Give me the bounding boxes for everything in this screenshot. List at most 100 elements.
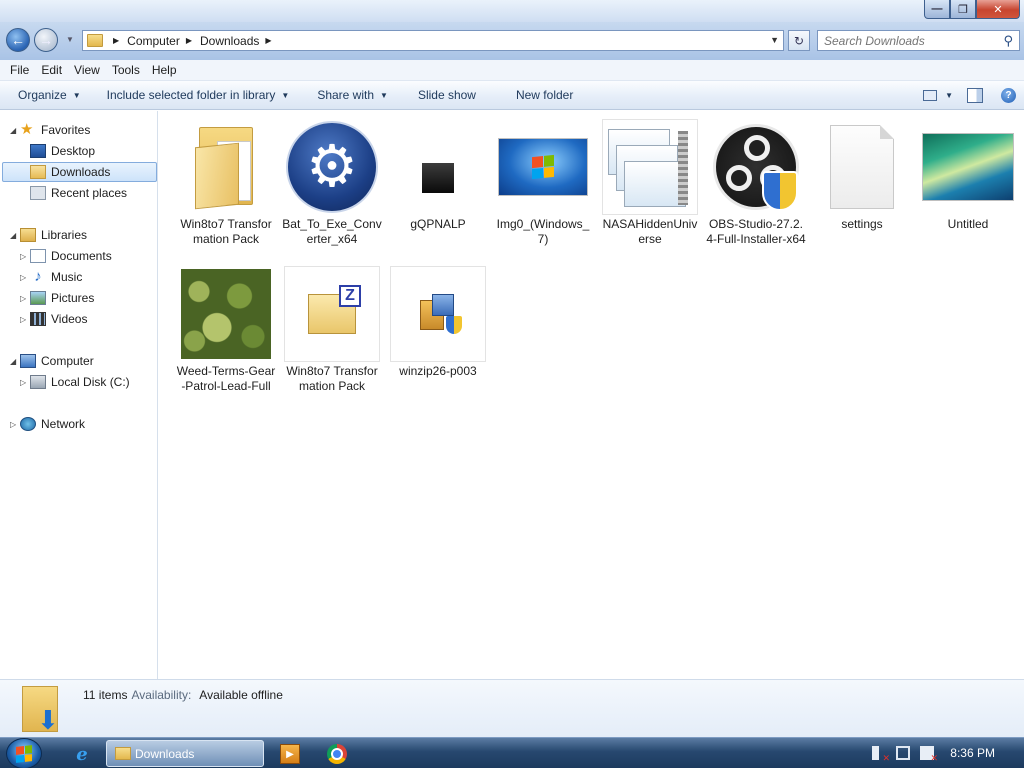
breadcrumb-chevron-icon[interactable]: ▶ xyxy=(186,36,192,45)
blank-document-icon xyxy=(830,125,894,209)
recent-places-icon xyxy=(30,186,46,200)
menu-help[interactable]: Help xyxy=(146,63,183,77)
file-list: Win8to7 Transformation Pack ⚙ Bat_To_Exe… xyxy=(159,111,1024,679)
network-icon xyxy=(20,417,36,431)
file-item[interactable]: Untitled xyxy=(916,119,1020,232)
file-item[interactable]: gQPNALP xyxy=(386,119,490,232)
sidebar-item-label: Recent places xyxy=(51,186,128,200)
sidebar-item-recent-places[interactable]: Recent places xyxy=(30,183,127,203)
videos-icon xyxy=(30,312,46,326)
desktop-icon xyxy=(30,144,46,158)
sidebar-item-network[interactable]: Network xyxy=(20,414,85,434)
change-view-icon[interactable] xyxy=(923,90,938,101)
forward-button[interactable]: → xyxy=(34,28,58,52)
maximize-button[interactable]: ❐ xyxy=(950,0,976,19)
pictures-icon xyxy=(30,291,46,305)
file-item[interactable]: OBS-Studio-27.2.4-Full-Installer-x64 xyxy=(704,119,808,247)
address-bar[interactable]: ▶ Computer ▶ Downloads ▶ ▼ xyxy=(82,30,784,51)
volume-muted-icon[interactable] xyxy=(872,746,890,764)
taskbar-downloads-window[interactable]: Downloads xyxy=(106,740,264,767)
expand-arrow-icon[interactable]: ▷ xyxy=(20,315,26,324)
back-button[interactable]: ← xyxy=(6,28,30,52)
menu-view[interactable]: View xyxy=(68,63,106,77)
sidebar-item-favorites[interactable]: ★ Favorites xyxy=(20,120,90,140)
action-center-icon[interactable] xyxy=(920,746,938,764)
start-button[interactable] xyxy=(6,738,42,768)
sidebar-item-computer[interactable]: Computer xyxy=(20,351,94,371)
slide-show-button[interactable]: Slide show xyxy=(409,88,485,102)
sidebar-item-videos[interactable]: Videos xyxy=(30,309,87,329)
view-options-dropdown-icon[interactable]: ▼ xyxy=(937,91,953,100)
file-item[interactable]: Img0_(Windows_7) xyxy=(491,119,595,247)
breadcrumb-chevron-icon[interactable]: ▶ xyxy=(113,36,119,45)
network-status-icon[interactable] xyxy=(896,746,910,760)
refresh-button[interactable]: ↻ xyxy=(788,30,810,51)
preview-pane-icon[interactable] xyxy=(967,88,983,103)
sidebar-item-documents[interactable]: Documents xyxy=(30,246,112,266)
breadcrumb-chevron-icon[interactable]: ▶ xyxy=(265,36,271,45)
sidebar-item-label: Pictures xyxy=(51,291,95,305)
breadcrumb-computer[interactable]: Computer xyxy=(127,34,180,48)
search-input[interactable] xyxy=(824,33,994,48)
organize-button[interactable]: Organize ▼ xyxy=(9,88,90,102)
sidebar-item-label: Network xyxy=(41,417,86,431)
file-item[interactable]: Weed-Terms-Gear-Patrol-Lead-Full xyxy=(174,266,278,394)
chevron-down-icon: ▼ xyxy=(380,90,388,100)
internet-explorer-icon[interactable]: e xyxy=(72,744,92,765)
taskbar: e Downloads ▶ 8:36 PM xyxy=(0,737,1024,768)
chevron-down-icon: ▼ xyxy=(72,90,81,100)
breadcrumb-downloads[interactable]: Downloads xyxy=(200,34,259,48)
share-with-button[interactable]: Share with ▼ xyxy=(308,88,397,102)
clock[interactable]: 8:36 PM xyxy=(950,746,995,760)
sidebar-item-pictures[interactable]: Pictures xyxy=(30,288,94,308)
chrome-icon[interactable] xyxy=(327,744,347,764)
file-name: gQPNALP xyxy=(410,217,466,231)
folder-icon xyxy=(195,127,257,210)
sidebar-item-label: Music xyxy=(51,270,83,284)
sidebar-item-label: Favorites xyxy=(41,123,91,137)
sidebar-item-music[interactable]: ♪ Music xyxy=(30,267,82,287)
uac-shield-icon xyxy=(762,171,798,211)
expand-arrow-icon[interactable]: ▷ xyxy=(10,420,16,429)
sidebar-item-desktop[interactable]: Desktop xyxy=(30,141,95,161)
expand-arrow-icon[interactable]: ▷ xyxy=(20,378,26,387)
media-player-icon[interactable]: ▶ xyxy=(280,744,300,764)
file-item[interactable]: ⚙ Bat_To_Exe_Converter_x64 xyxy=(280,119,384,247)
menu-tools[interactable]: Tools xyxy=(106,63,146,77)
sidebar-item-downloads[interactable]: Downloads xyxy=(2,162,157,182)
collapse-arrow-icon[interactable]: ◢ xyxy=(10,231,16,240)
new-folder-button[interactable]: New folder xyxy=(507,88,582,102)
collapse-arrow-icon[interactable]: ◢ xyxy=(10,126,16,135)
include-in-library-button[interactable]: Include selected folder in library ▼ xyxy=(98,88,299,102)
documents-icon xyxy=(30,249,46,263)
file-item[interactable]: Z Win8to7 Transformation Pack xyxy=(280,266,384,394)
file-item[interactable]: winzip26-p003 xyxy=(386,266,490,379)
sidebar-item-libraries[interactable]: Libraries xyxy=(20,225,87,245)
file-name: Bat_To_Exe_Converter_x64 xyxy=(282,217,382,246)
hard-disk-icon xyxy=(30,375,46,389)
close-button[interactable]: ✕ xyxy=(976,0,1020,19)
file-item[interactable]: settings xyxy=(810,119,914,232)
menu-file[interactable]: File xyxy=(4,63,35,77)
minimize-button[interactable]: — xyxy=(924,0,950,19)
search-box[interactable]: ⚲ xyxy=(817,30,1020,51)
vista-wallpaper-thumbnail xyxy=(922,133,1014,201)
installer-icon xyxy=(418,294,462,334)
recent-pages-dropdown-icon[interactable]: ▼ xyxy=(66,35,74,44)
expand-arrow-icon[interactable]: ▷ xyxy=(20,252,26,261)
help-icon[interactable]: ? xyxy=(1001,88,1016,103)
sidebar-item-local-disk[interactable]: Local Disk (C:) xyxy=(30,372,130,392)
menu-edit[interactable]: Edit xyxy=(35,63,68,77)
file-item[interactable]: NASAHiddenUniverse xyxy=(598,119,702,247)
address-dropdown-icon[interactable]: ▼ xyxy=(770,35,779,45)
search-icon[interactable]: ⚲ xyxy=(1003,33,1013,49)
downloads-folder-icon xyxy=(30,165,46,179)
collapse-arrow-icon[interactable]: ◢ xyxy=(10,357,16,366)
expand-arrow-icon[interactable]: ▷ xyxy=(20,294,26,303)
computer-icon xyxy=(20,354,36,368)
libraries-icon xyxy=(20,228,36,242)
share-with-label: Share with xyxy=(317,88,375,102)
taskbar-window-label: Downloads xyxy=(135,746,195,761)
expand-arrow-icon[interactable]: ▷ xyxy=(20,273,26,282)
file-item[interactable]: Win8to7 Transformation Pack xyxy=(174,119,278,247)
